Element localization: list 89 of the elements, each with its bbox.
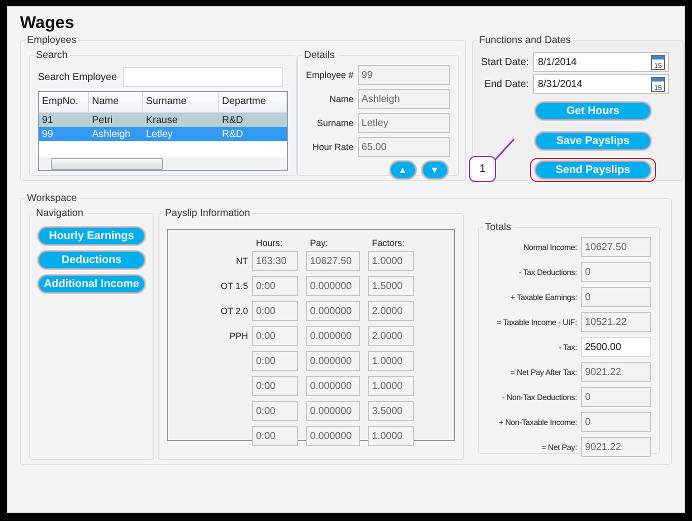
column-header[interactable]: Surname <box>143 92 219 112</box>
leader-line <box>494 139 514 161</box>
date-value: 8/1/2014 <box>538 56 577 68</box>
group-title: Functions and Dates <box>479 35 571 46</box>
factor-field[interactable]: 1.0000 <box>368 376 414 396</box>
table-cell-text: R&D <box>221 128 244 140</box>
group-title: Totals <box>485 222 512 233</box>
table-cell-text: Petri <box>91 114 114 126</box>
hours-field[interactable]: 0:00 <box>252 401 298 421</box>
group-title: Employees <box>27 35 76 46</box>
table-row[interactable]: 99 Ashleigh Letley R&D <box>39 127 287 141</box>
detail-field[interactable]: 65.00 <box>358 137 450 157</box>
total-field[interactable]: 0 <box>581 412 651 432</box>
date-value: 8/31/2014 <box>538 78 582 90</box>
table-cell-text: Krause <box>145 114 179 126</box>
hours-field[interactable]: 0:00 <box>252 276 298 296</box>
pay-field[interactable]: 10627.50 <box>306 251 360 271</box>
hours-field[interactable]: 0:00 <box>252 351 298 371</box>
total-label: - Non-Tax Deductions: <box>502 392 577 402</box>
horizontal-scrollbar[interactable] <box>39 157 287 170</box>
search-field[interactable] <box>122 67 283 87</box>
hours-field[interactable]: 0:00 <box>252 326 298 346</box>
factor-field[interactable]: 2.0000 <box>368 326 414 346</box>
field-label: Employee # <box>306 70 354 80</box>
search-label: Search Employee <box>38 72 117 82</box>
column-header[interactable]: Name <box>89 92 143 112</box>
date-label: End Date: <box>484 78 529 90</box>
group-title: Payslip Information <box>165 208 250 219</box>
total-field[interactable]: 10627.50 <box>581 237 651 257</box>
pay-field[interactable]: 0.000000 <box>306 276 360 296</box>
total-field[interactable]: 2500.00 <box>581 337 651 357</box>
row-label: NT <box>235 256 248 266</box>
group-title: Navigation <box>36 208 84 219</box>
field-label: Name <box>330 94 354 104</box>
detail-field[interactable]: Letley <box>358 113 450 133</box>
table-cell-text: R&D <box>221 114 244 126</box>
total-field[interactable]: 0 <box>581 262 651 282</box>
total-field[interactable]: 0 <box>581 287 651 307</box>
table-row[interactable]: 91 Petri Krause R&D <box>39 113 287 127</box>
table-cell-text: Letley <box>145 128 174 140</box>
hours-field[interactable]: 0:00 <box>252 301 298 321</box>
hours-field[interactable]: 163:30 <box>252 251 298 271</box>
row-label: PPH <box>228 331 248 341</box>
group-title: Workspace <box>27 193 77 204</box>
factor-field[interactable]: 1.0000 <box>368 426 414 446</box>
total-label: + Non-Taxable Income: <box>498 418 577 426</box>
detail-field[interactable]: 99 <box>358 65 450 85</box>
total-label: - Tax: <box>558 342 577 352</box>
window-title: Wages <box>20 13 76 33</box>
factor-field[interactable]: 2.0000 <box>368 301 414 321</box>
column-header: Pay: <box>309 238 330 248</box>
total-label: = Net Pay After Tax: <box>510 368 577 376</box>
pay-field[interactable]: 0.000000 <box>306 301 360 321</box>
total-label: Normal Income: <box>523 242 577 252</box>
total-field[interactable]: 9021.22 <box>581 437 651 457</box>
callout-badge: 1 <box>469 156 496 182</box>
field-label: Surname <box>317 118 354 128</box>
pay-field[interactable]: 0.000000 <box>306 401 360 421</box>
group-title: Search <box>36 50 68 61</box>
row-label: OT 1.5 <box>220 281 248 291</box>
total-label: - Tax Deductions: <box>518 268 577 276</box>
table-cell-text: 91 <box>41 114 54 126</box>
column-header: Factors: <box>371 238 406 248</box>
pay-field[interactable]: 0.000000 <box>306 351 360 371</box>
pay-field[interactable]: 0.000000 <box>306 426 360 446</box>
column-header: Hours: <box>255 238 284 248</box>
hours-field[interactable]: 0:00 <box>252 376 298 396</box>
total-label: = Taxable Income - UIF: <box>496 318 577 326</box>
detail-field[interactable]: Ashleigh <box>358 89 450 109</box>
total-field[interactable]: 10521.22 <box>581 312 651 332</box>
pay-field[interactable]: 0.000000 <box>306 326 360 346</box>
column-header[interactable]: EmpNo. <box>39 92 89 112</box>
total-label: + Taxable Earnings: <box>510 292 577 302</box>
table-cell-text: Ashleigh <box>91 128 132 140</box>
pay-field[interactable]: 0.000000 <box>306 376 360 396</box>
factor-field[interactable]: 3.5000 <box>368 401 414 421</box>
field-label: Hour Rate <box>312 142 354 152</box>
factor-field[interactable]: 1.5000 <box>368 276 414 296</box>
total-field[interactable]: 0 <box>581 387 651 407</box>
column-header[interactable]: Departme <box>219 92 287 112</box>
row-label: OT 2.0 <box>220 306 248 316</box>
factor-field[interactable]: 1.0000 <box>368 251 414 271</box>
table-cell-text: 99 <box>41 128 54 140</box>
total-label: = Net Pay: <box>541 442 577 452</box>
group-title: Details <box>304 50 335 61</box>
hours-field[interactable]: 0:00 <box>252 426 298 446</box>
factor-field[interactable]: 1.0000 <box>368 351 414 371</box>
total-field[interactable]: 9021.22 <box>581 362 651 382</box>
date-label: Start Date: <box>481 56 529 68</box>
